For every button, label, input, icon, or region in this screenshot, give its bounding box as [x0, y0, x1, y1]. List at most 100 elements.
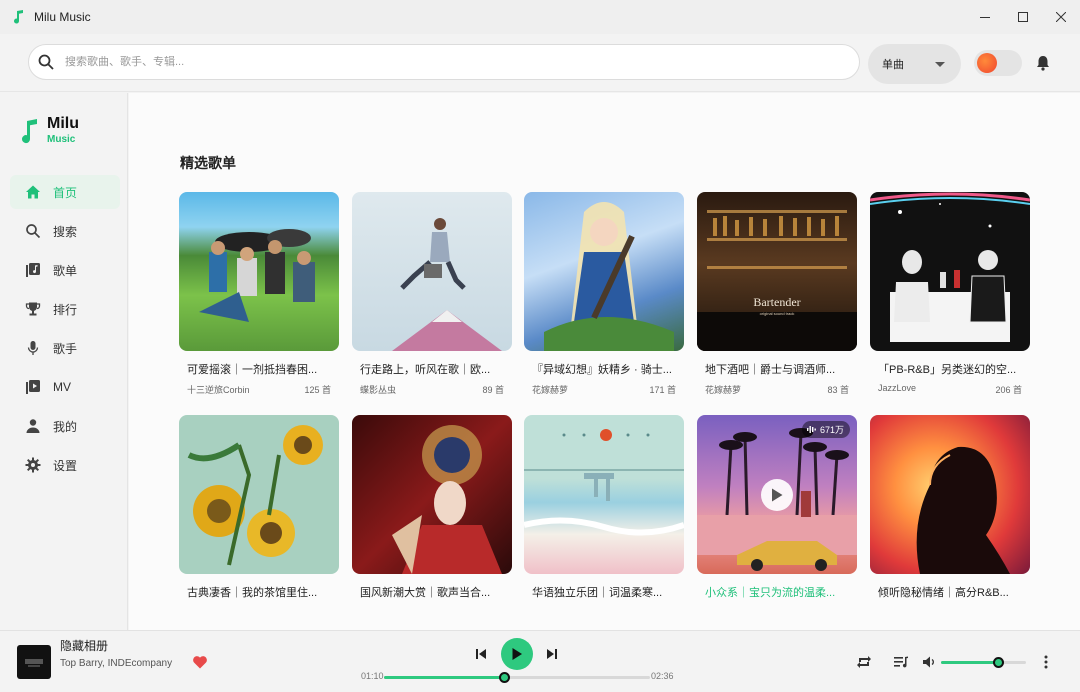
playlist-cover	[524, 415, 684, 574]
playlist-title: 「PB-R&B」另类迷幻的空...	[878, 364, 1017, 376]
playlist-card[interactable]: 古典凄香｜我的茶馆里住...	[179, 415, 339, 606]
search-icon	[24, 222, 42, 240]
playlist-card[interactable]: 「PB-R&B」另类迷幻的空... JazzLove 206 首	[870, 192, 1030, 396]
cover-subtitle-text: original sound track	[759, 311, 795, 316]
minimize-icon	[980, 17, 990, 18]
progress-thumb[interactable]	[498, 672, 510, 683]
theme-toggle[interactable]	[974, 50, 1022, 76]
playlist-title: 可爱摇滚｜一剂抵挡春困...	[187, 364, 318, 376]
progress-slider[interactable]	[384, 672, 650, 683]
music-note-icon	[22, 119, 37, 144]
playlist-cover: 671万	[697, 415, 857, 574]
skip-previous-icon[interactable]	[473, 646, 489, 662]
play-icon	[772, 488, 783, 502]
sidebar-item-search[interactable]: 搜索	[10, 214, 120, 248]
sidebar-item-label: MV	[53, 380, 71, 394]
sidebar-item-mine[interactable]: 我的	[10, 409, 120, 443]
playlist-cover	[179, 192, 339, 351]
person-icon	[24, 417, 42, 435]
maximize-button[interactable]	[1004, 0, 1042, 34]
playlist-track-count: 83 首	[827, 385, 849, 395]
playlist-creator: 花嫁赫萝	[532, 385, 569, 395]
toggle-knob	[977, 53, 997, 73]
playlist-creator: JazzLove	[878, 383, 917, 393]
sidebar-item-artists[interactable]: 歌手	[10, 331, 120, 365]
sidebar-item-label: 排行	[53, 302, 78, 317]
progress-fill	[384, 676, 504, 679]
music-note-icon	[12, 10, 26, 24]
playlist-card[interactable]: 『异域幻想』妖精乡 · 骑士... 花嫁赫萝 171 首	[524, 192, 684, 396]
video-icon	[24, 378, 42, 396]
repeat-icon[interactable]	[856, 654, 872, 670]
skip-next-icon[interactable]	[544, 646, 560, 662]
sidebar: Milu Music 首页 搜索 歌单 排行 歌手 MV 我的 设置	[0, 93, 128, 630]
playlist-card[interactable]: 行走路上，听风在歌｜欧... 蝶影丛虫 89 首	[352, 192, 512, 396]
playlist-cover	[870, 192, 1030, 351]
playlist-title: 华语独立乐团｜词温柔寒...	[532, 587, 663, 599]
queue-icon[interactable]	[893, 654, 909, 670]
sidebar-item-label: 首页	[53, 185, 78, 200]
play-count-value: 671万	[819, 425, 844, 435]
sidebar-item-charts[interactable]: 排行	[10, 292, 120, 326]
sidebar-item-settings[interactable]: 设置	[10, 448, 120, 482]
volume-slider[interactable]	[941, 657, 1026, 668]
playlist-cover	[524, 192, 684, 351]
close-icon	[1056, 12, 1066, 22]
bell-icon[interactable]	[1034, 54, 1052, 72]
close-button[interactable]	[1042, 0, 1080, 34]
more-options-icon[interactable]	[1040, 654, 1052, 670]
playlist-title: 古典凄香｜我的茶馆里住...	[187, 587, 318, 599]
brand-logo: Milu Music	[20, 115, 79, 145]
now-playing-title[interactable]: 隐藏相册	[60, 637, 108, 654]
section-title: 精选歌单	[180, 155, 236, 171]
total-time: 02:36	[651, 671, 674, 681]
sidebar-item-mv[interactable]: MV	[10, 370, 120, 404]
now-playing-cover[interactable]	[17, 645, 51, 679]
search-bar[interactable]	[28, 44, 860, 80]
brand-name: Milu	[47, 115, 79, 132]
search-type-label: 单曲	[882, 59, 904, 71]
sidebar-item-label: 歌单	[53, 263, 78, 278]
sidebar-item-playlists[interactable]: 歌单	[10, 253, 120, 287]
playlist-creator: 花嫁赫萝	[705, 385, 742, 395]
chevron-down-icon	[935, 61, 945, 67]
search-type-select[interactable]: 单曲	[868, 44, 961, 84]
volume-fill	[941, 661, 998, 664]
heart-icon[interactable]	[192, 654, 208, 670]
app-title: Milu Music	[34, 10, 91, 24]
play-overlay-button[interactable]	[761, 479, 793, 511]
volume-icon[interactable]	[922, 655, 936, 669]
playlist-card[interactable]: 倾听隐秘情绪｜高分R&B...	[870, 415, 1030, 606]
playlist-card[interactable]: 可爱摇滚｜一剂抵挡春困... 十三逆旅Corbin 125 首	[179, 192, 339, 396]
sidebar-item-home[interactable]: 首页	[10, 175, 120, 209]
cover-title-text: Bartender	[753, 295, 801, 309]
sidebar-item-label: 歌手	[53, 341, 78, 356]
playlist-card[interactable]: 国风新潮大赏｜歌声当合...	[352, 415, 512, 606]
microphone-icon	[24, 339, 42, 357]
sidebar-item-label: 设置	[53, 458, 78, 473]
now-playing-artist[interactable]: Top Barry, INDEcompany	[60, 658, 172, 669]
playlist-track-count: 89 首	[482, 385, 504, 395]
playlist-card[interactable]: 华语独立乐团｜词温柔寒...	[524, 415, 684, 606]
search-input[interactable]	[65, 56, 825, 68]
playlist-icon	[24, 261, 42, 279]
trophy-icon	[24, 300, 42, 318]
title-bar: Milu Music	[0, 0, 1080, 34]
current-time: 01:10	[361, 671, 384, 681]
volume-thumb[interactable]	[992, 657, 1004, 668]
gear-icon	[24, 456, 42, 474]
playlist-cover	[352, 415, 512, 574]
playlist-creator: 蝶影丛虫	[360, 385, 397, 395]
top-header: 单曲	[0, 34, 1080, 92]
playlist-cover	[179, 415, 339, 574]
playlist-track-count: 125 首	[304, 385, 331, 395]
minimize-button[interactable]	[966, 0, 1004, 34]
maximize-icon	[1018, 12, 1028, 22]
play-button[interactable]	[501, 638, 533, 670]
playlist-card[interactable]: Bartender original sound track 地下酒吧｜爵士与调…	[697, 192, 857, 396]
playlist-card[interactable]: 671万 小众系｜宝只为流的温柔...	[697, 415, 857, 606]
playlist-cover	[352, 192, 512, 351]
play-count-badge: 671万	[801, 421, 850, 438]
brand-subtitle: Music	[47, 134, 76, 145]
playlist-title: 『异域幻想』妖精乡 · 骑士...	[532, 364, 672, 376]
